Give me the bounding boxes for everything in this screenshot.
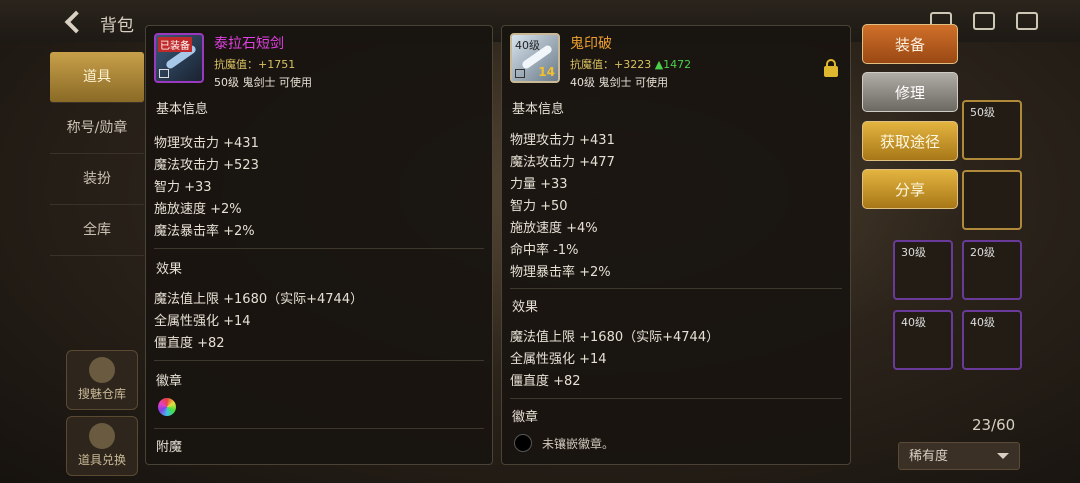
stat-line: 魔法暴击率 +2% — [154, 224, 255, 239]
share-button[interactable]: 分享 — [862, 169, 958, 209]
magic-resist: 抗魔值：+1751 — [214, 58, 296, 71]
page-title: 背包 — [100, 16, 134, 36]
effect-line: 全属性强化 +14 — [154, 314, 251, 329]
effect-line: 僵直度 +82 — [154, 336, 225, 351]
mail-icon[interactable] — [973, 12, 996, 30]
stat-line: 力量 +33 — [510, 177, 568, 192]
divider — [154, 248, 484, 249]
empty-emblem-icon — [514, 434, 532, 452]
equipped-badge: 已装备 — [158, 37, 192, 52]
selected-item-tooltip: 40级 14 鬼印破 抗魔值：+3223 ▲1472 40级 鬼剑士 可使用 基… — [501, 25, 851, 465]
section-basic-info: 基本信息 — [156, 102, 209, 117]
stat-line: 智力 +33 — [154, 180, 212, 195]
effect-line: 僵直度 +82 — [510, 374, 581, 389]
item-icon: 已装备 — [154, 33, 204, 83]
category-nav: 道具 称号/勋章 装扮 全库 — [50, 52, 144, 256]
equipped-item-tooltip: 已装备 泰拉石短剑 抗魔值：+1751 50级 鬼剑士 可使用 基本信息 物理攻… — [145, 25, 493, 465]
inventory-slot[interactable]: 30级 — [893, 240, 953, 300]
divider — [510, 288, 842, 289]
nav-item-items[interactable]: 道具 — [50, 52, 144, 103]
equip-button[interactable]: 装备 — [862, 24, 958, 64]
emblem-icon — [158, 398, 176, 416]
section-basic-info: 基本信息 — [512, 102, 565, 117]
effect-line: 魔法值上限 +1680（实际+4744） — [154, 292, 364, 307]
warehouse-button[interactable]: 搜魅仓库 — [66, 350, 138, 410]
section-emblem: 徽章 — [512, 410, 539, 425]
stat-line: 魔法攻击力 +477 — [510, 155, 615, 170]
divider — [510, 398, 842, 399]
stat-line: 施放速度 +2% — [154, 202, 242, 217]
inventory-slot[interactable]: 40级 — [893, 310, 953, 370]
inventory-slot[interactable]: 20级 — [962, 240, 1022, 300]
lock-icon — [515, 69, 525, 78]
inventory-slot[interactable]: 40级 — [962, 310, 1022, 370]
stat-line: 物理攻击力 +431 — [154, 136, 259, 151]
section-emblem: 徽章 — [156, 374, 183, 389]
stat-line: 智力 +50 — [510, 199, 568, 214]
inventory-count: 23/60 — [972, 416, 1016, 434]
item-name: 泰拉石短剑 — [214, 36, 284, 52]
stat-line: 施放速度 +4% — [510, 221, 598, 236]
stat-line: 命中率 -1% — [510, 243, 579, 258]
item-requirement: 40级 鬼剑士 可使用 — [570, 76, 668, 89]
section-enchant: 附魔 — [156, 440, 183, 455]
sort-dropdown[interactable]: 稀有度 — [898, 442, 1020, 470]
back-arrow-icon[interactable] — [62, 8, 88, 34]
nav-item-storage[interactable]: 全库 — [50, 205, 144, 256]
stat-line: 物理攻击力 +431 — [510, 133, 615, 148]
section-effect: 效果 — [512, 300, 539, 315]
repair-button[interactable]: 修理 — [862, 72, 958, 112]
effect-line: 魔法值上限 +1680（实际+4744） — [510, 330, 720, 345]
warehouse-icon — [89, 357, 115, 383]
divider — [154, 428, 484, 429]
inventory-slot[interactable] — [962, 170, 1022, 230]
emblem-status: 未镶嵌徽章。 — [542, 437, 615, 451]
chat-icon[interactable] — [1016, 12, 1039, 30]
exchange-button[interactable]: 道具兑换 — [66, 416, 138, 476]
lock-icon — [159, 69, 169, 78]
item-requirement: 50级 鬼剑士 可使用 — [214, 76, 312, 89]
stat-line: 物理暴击率 +2% — [510, 265, 611, 280]
magic-resist: 抗魔值：+3223 ▲1472 — [570, 58, 692, 71]
section-effect: 效果 — [156, 262, 183, 277]
nav-item-costume[interactable]: 装扮 — [50, 154, 144, 205]
obtain-source-button[interactable]: 获取途径 — [862, 121, 958, 161]
stat-line: 魔法攻击力 +523 — [154, 158, 259, 173]
divider — [154, 360, 484, 361]
nav-item-titles[interactable]: 称号/勋章 — [50, 103, 144, 154]
item-icon: 40级 14 — [510, 33, 560, 83]
item-name: 鬼印破 — [570, 36, 612, 52]
effect-line: 全属性强化 +14 — [510, 352, 607, 367]
exchange-icon — [89, 423, 115, 449]
inventory-slot[interactable]: 50级 — [962, 100, 1022, 160]
padlock-icon[interactable] — [824, 59, 838, 77]
